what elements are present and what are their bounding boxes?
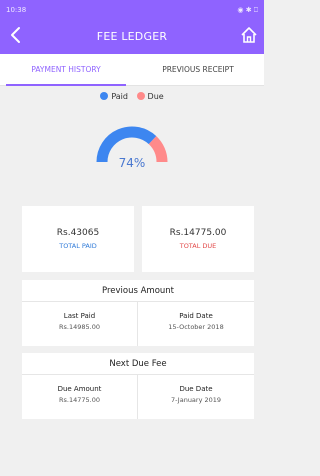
legend-item-due: Due [136,92,164,101]
due-amount-cell: Due Amount Rs.14775.00 [22,375,138,419]
active-tab-indicator [6,84,126,86]
due-date-label: Due Date [179,385,213,393]
status-bar: 10:38 ◉ ✱ ⎕ [6,4,258,18]
total-paid-card: Rs.43065 TOTAL PAID [22,206,134,272]
tab-bar: PAYMENT HISTORY PREVIOUS RECEIPT [0,54,264,86]
total-paid-label: TOTAL PAID [59,242,97,250]
last-paid-value: Rs.14985.00 [59,323,100,331]
paid-date-cell: Paid Date 15-October 2018 [138,302,254,346]
next-due-card: Next Due Fee Due Amount Rs.14775.00 Due … [22,353,254,419]
status-time: 10:38 [6,6,27,14]
total-paid-amount: Rs.43065 [56,228,100,238]
legend-due-label: Due [147,92,164,101]
previous-amount-card: Previous Amount Last Paid Rs.14985.00 Pa… [22,280,254,346]
gauge-percent: 74% [118,156,146,170]
last-paid-label: Last Paid [63,312,96,320]
due-dot-icon [136,92,145,100]
legend-item-paid: Paid [100,92,128,101]
gauge-legend: Paid Due [0,92,264,106]
due-amount-label: Due Amount [57,385,102,393]
page-title: FEE LEDGER [96,30,168,43]
paid-date-value: 15-October 2018 [168,323,224,331]
app-header: 10:38 ◉ ✱ ⎕ FEE LEDGER [0,0,264,54]
previous-amount-title: Previous Amount [22,280,254,302]
tab-previous-receipt[interactable]: PREVIOUS RECEIPT [132,54,264,86]
total-due-label: TOTAL DUE [179,242,217,250]
due-date-cell: Due Date 7-January 2019 [138,375,254,419]
total-due-card: Rs.14775.00 TOTAL DUE [142,206,254,272]
paid-dot-icon [100,92,109,100]
status-icons: ◉ ✱ ⎕ [237,6,258,14]
legend-paid-label: Paid [111,92,128,101]
due-amount-value: Rs.14775.00 [59,396,100,404]
last-paid-cell: Last Paid Rs.14985.00 [22,302,138,346]
paid-date-label: Paid Date [179,312,213,320]
total-due-amount: Rs.14775.00 [169,228,227,238]
tab-payment-history[interactable]: PAYMENT HISTORY [0,54,132,86]
next-due-title: Next Due Fee [22,353,254,375]
due-date-value: 7-January 2019 [170,396,222,404]
home-icon[interactable] [240,26,258,44]
